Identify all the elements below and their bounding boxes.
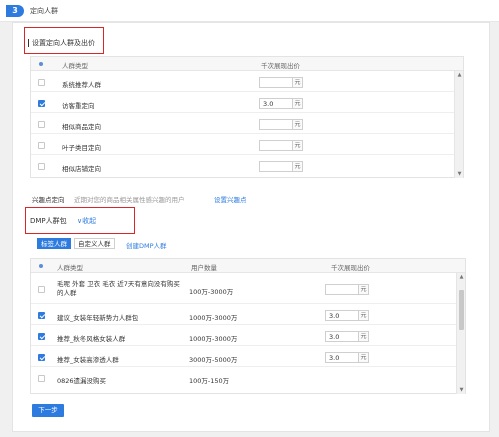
row-count: 1000万-3000万 [189,314,238,322]
table-row: 推荐_秋冬风格女装人群 1000万-3000万 3.0 元 [31,328,465,346]
price-input[interactable]: 元 [325,284,369,295]
row-name: 0826遗漏没购买 [57,377,107,385]
table-row: 相似商品定向 元 [31,116,463,134]
interest-description: 近期对您的商品相关属性感兴趣的用户 [74,196,185,204]
table-row: 0826遗漏没购买 100万-150万 [31,370,465,388]
table-row: 相似店铺定向 元 [31,158,463,176]
column-header-type: 人群类型 [62,62,88,70]
targeting-scrollbar[interactable]: ▲ ▼ [454,71,463,178]
row-name: 相似店铺定向 [62,165,101,173]
set-interest-link[interactable]: 设置兴趣点 [214,194,247,204]
price-input[interactable]: 3.0 元 [325,331,369,342]
column-header-price: 千次展现出价 [261,62,300,70]
targeting-table: 人群类型 千次展现出价 系统推荐人群 元 访客重定向 3.0 元 相似商品定向 [30,56,464,178]
table-row: 推荐_女装高渗透人群 3000万-5000万 3.0 元 [31,349,465,367]
row-name: 毛呢 外套 卫衣 毛衣 近7天有意向没有购买的人群 [57,280,180,297]
row-count: 100万-3000万 [189,288,234,296]
row-checkbox[interactable] [38,163,45,170]
row-checkbox[interactable] [38,142,45,149]
row-count: 100万-150万 [189,377,230,385]
tab-custom-audience[interactable]: 自定义人群 [74,238,115,249]
targeting-table-header: 人群类型 千次展现出价 [31,57,463,71]
step-number-badge: 3 [6,5,24,17]
row-name: 系统推荐人群 [62,81,101,89]
table-row: 建议_女装年轻新势力人群包 1000万-3000万 3.0 元 [31,307,465,325]
dmp-collapse-toggle[interactable]: ∨收起 [77,216,96,226]
row-count: 3000万-5000万 [189,356,238,364]
price-input[interactable]: 3.0 元 [259,98,303,109]
create-dmp-link[interactable]: 创建DMP人群 [126,240,167,250]
scroll-up-icon[interactable]: ▲ [458,274,465,280]
price-input[interactable]: 元 [259,161,303,172]
row-name: 建议_女装年轻新势力人群包 [57,314,139,322]
row-checkbox[interactable] [38,286,45,293]
row-checkbox[interactable] [38,79,45,86]
row-name: 叶子类目定向 [62,144,101,152]
row-count: 1000万-3000万 [189,335,238,343]
scroll-down-icon[interactable]: ▼ [456,171,463,177]
table-row: 毛呢 外套 卫衣 毛衣 近7天有意向没有购买的人群 100万-3000万 元 [31,276,465,304]
row-name: 相似商品定向 [62,123,101,131]
header-select-icon [39,264,43,268]
column-header-count: 用户数量 [191,264,217,272]
section-header: 3 定向人群 [0,0,499,22]
row-checkbox[interactable] [38,375,45,382]
app-window: 3 定向人群 设置定向人群及出价 人群类型 千次展现出价 系统推荐人群 元 访客… [0,0,499,437]
next-step-button[interactable]: 下一步 [32,404,64,417]
table-row: 叶子类目定向 元 [31,137,463,155]
header-select-icon [39,62,43,66]
scroll-thumb[interactable] [459,290,464,330]
targeting-subtitle: 设置定向人群及出价 [28,38,95,48]
dmp-title: DMP人群包 [30,217,67,225]
dmp-scrollbar[interactable]: ▲ ▼ [456,273,465,394]
row-checkbox[interactable] [38,312,45,319]
interest-label: 兴趣点定向 [32,196,65,204]
price-input[interactable]: 元 [259,119,303,130]
dmp-table-header: 人群类型 用户数量 千次展现出价 [31,259,465,273]
row-checkbox[interactable] [38,100,45,107]
row-checkbox[interactable] [38,121,45,128]
scroll-up-icon[interactable]: ▲ [456,72,463,78]
column-header-price: 千次展现出价 [331,264,370,272]
tab-tag-audience[interactable]: 标签人群 [37,238,71,249]
row-name: 推荐_秋冬风格女装人群 [57,335,126,343]
price-input[interactable]: 元 [259,77,303,88]
section-title: 定向人群 [30,7,58,15]
price-input[interactable]: 元 [259,140,303,151]
row-name: 访客重定向 [62,102,95,110]
row-checkbox[interactable] [38,354,45,361]
price-input[interactable]: 3.0 元 [325,310,369,321]
row-name: 推荐_女装高渗透人群 [57,356,119,364]
scroll-down-icon[interactable]: ▼ [458,387,465,393]
price-input[interactable]: 3.0 元 [325,352,369,363]
row-checkbox[interactable] [38,333,45,340]
dmp-table: 人群类型 用户数量 千次展现出价 毛呢 外套 卫衣 毛衣 近7天有意向没有购买的… [30,258,466,394]
column-header-type: 人群类型 [57,264,83,272]
table-row: 访客重定向 3.0 元 [31,95,463,113]
table-row: 系统推荐人群 元 [31,74,463,92]
